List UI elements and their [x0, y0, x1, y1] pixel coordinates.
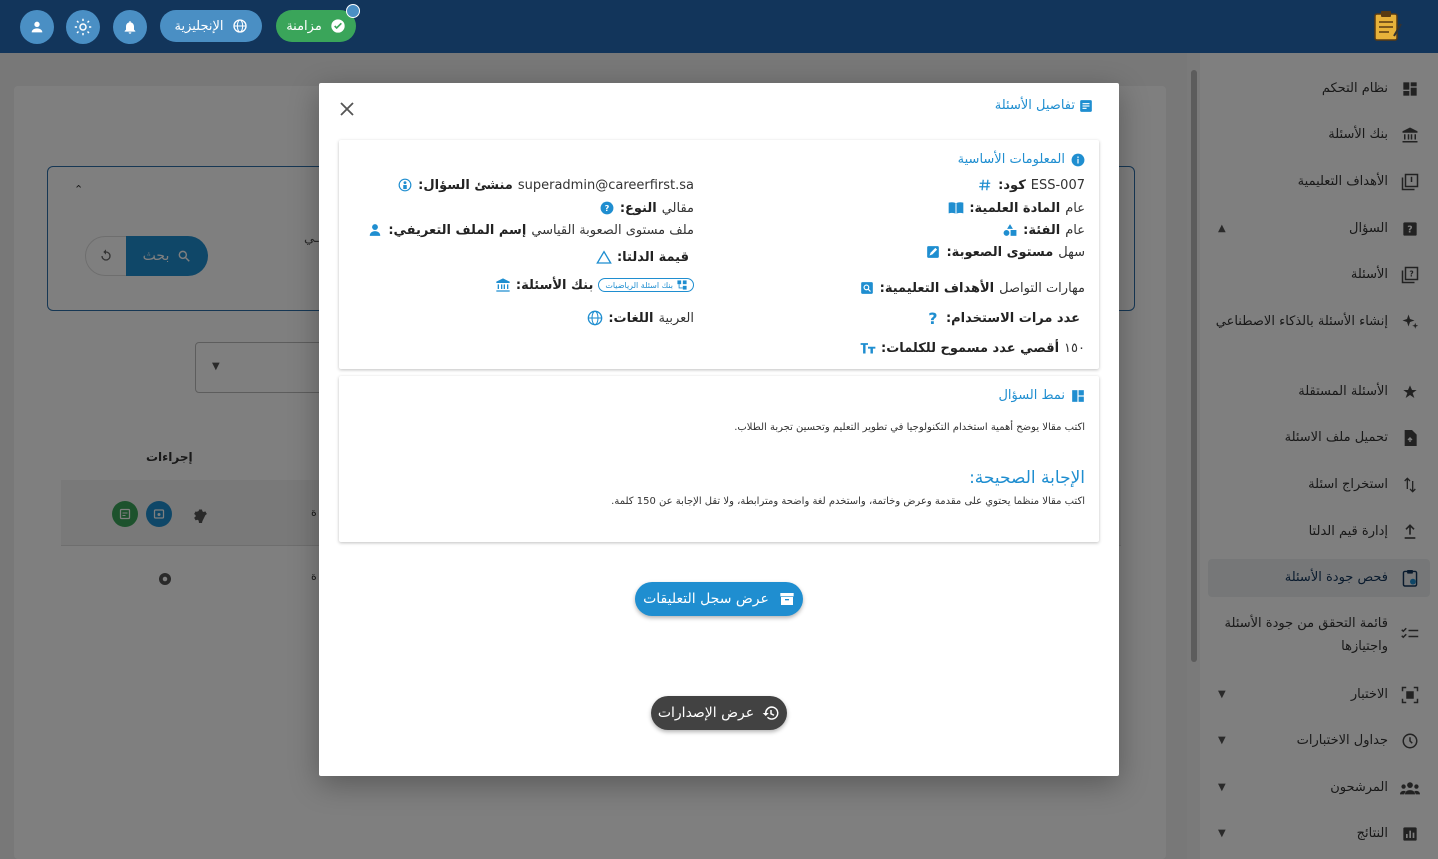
sun-icon	[74, 18, 92, 36]
type-label: النوع:	[619, 200, 657, 216]
code-value: ESS-007	[1030, 177, 1085, 193]
usage-count-label: عدد مرات الاستخدام:	[945, 310, 1080, 326]
max-words-value: ١٥٠	[1064, 340, 1085, 356]
delta-field: قيمة الدلتا:	[596, 249, 694, 265]
view-comments-log-button[interactable]: عرض سجل التعليقات	[635, 582, 803, 616]
close-button[interactable]	[337, 99, 357, 119]
profile-field: إسم الملف التعريفي: ملف مستوى الصعوبة ال…	[367, 222, 694, 238]
bank-field: بنك الأسئلة: بنك اسئلة الرياضيات	[495, 277, 694, 293]
globe-icon	[232, 19, 247, 33]
notifications-button[interactable]	[113, 10, 147, 44]
sync-button[interactable]: مزامنة	[276, 4, 360, 42]
clipboard-logo-icon	[1374, 11, 1402, 41]
sync-status-dot	[346, 4, 360, 18]
basic-info-heading-text: المعلومات الأساسية	[957, 152, 1065, 167]
subject-label: المادة العلمية:	[969, 200, 1061, 216]
view-comments-log-label: عرض سجل التعليقات	[643, 591, 769, 607]
objectives-field: الأهداف التعليمية: مهارات التواصل	[859, 280, 1085, 296]
language-switch-button[interactable]: الإنجليزية	[160, 10, 262, 42]
code-field: كود: ESS-007	[977, 177, 1085, 193]
shapes-icon	[1003, 224, 1017, 236]
person-icon	[370, 224, 381, 236]
profile-label: إسم الملف التعريفي:	[388, 222, 527, 238]
category-field: الفئة: عام	[1002, 222, 1085, 238]
usage-count-field: ? عدد مرات الاستخدام:	[925, 308, 1085, 328]
type-field: ? النوع: مقالي	[599, 200, 694, 216]
max-words-field: أقصي عدد مسموح للكلمات: ١٥٠	[860, 340, 1085, 356]
hash-icon	[979, 179, 991, 191]
document-icon	[1080, 99, 1092, 112]
question-details-modal: تفاصيل الأسئلة المعلومات الأساسية كود: E…	[319, 83, 1119, 776]
person-icon	[31, 21, 43, 33]
theme-toggle-button[interactable]	[66, 10, 100, 44]
objectives-value: مهارات التواصل	[999, 280, 1085, 296]
app-logo[interactable]	[1372, 10, 1402, 42]
user-avatar-button[interactable]	[20, 10, 54, 44]
person-circle-icon	[398, 178, 412, 192]
sync-label: مزامنة	[286, 18, 322, 34]
bell-icon	[124, 21, 136, 34]
max-words-label: أقصي عدد مسموح للكلمات:	[881, 340, 1060, 356]
correct-answer-heading: الإجابة الصحيحة:	[969, 468, 1085, 488]
edit-box-icon	[927, 246, 940, 258]
modal-title-text: تفاصيل الأسئلة	[994, 98, 1075, 113]
difficulty-value: سهل	[1058, 244, 1085, 260]
languages-value: العربية	[658, 310, 694, 326]
language-label: الإنجليزية	[174, 18, 224, 34]
hierarchy-icon	[677, 280, 687, 290]
bank-icon	[496, 278, 510, 292]
question-pattern-heading-text: نمط السؤال	[998, 388, 1065, 403]
delta-icon	[596, 250, 612, 264]
info-icon	[1071, 153, 1085, 166]
category-value: عام	[1065, 222, 1085, 238]
view-versions-label: عرض الإصدارات	[657, 705, 755, 721]
svg-text:?: ?	[604, 203, 609, 213]
text-size-icon	[860, 343, 876, 354]
profile-value: ملف مستوى الصعوبة القياسي	[531, 222, 694, 238]
creator-value: superadmin@careerfirst.sa	[517, 177, 694, 193]
help-circle-icon: ?	[600, 201, 614, 215]
modal-title: تفاصيل الأسئلة	[995, 98, 1093, 113]
languages-field: اللغات: العربية	[587, 310, 694, 326]
globe-icon	[587, 310, 603, 326]
basic-info-heading: المعلومات الأساسية	[958, 152, 1085, 167]
archive-icon	[780, 593, 794, 605]
correct-answer-text: اكتب مقالا منظما يحتوي على مقدمة وعرض وخ…	[611, 496, 1085, 507]
delta-label: قيمة الدلتا:	[616, 249, 689, 265]
difficulty-label: مستوى الصعوبة:	[946, 244, 1054, 260]
question-bank-chip[interactable]: بنك اسئلة الرياضيات	[598, 278, 694, 292]
question-bank-chip-label: بنك اسئلة الرياضيات	[605, 280, 673, 290]
search-box-icon	[860, 282, 873, 294]
basic-info-panel: المعلومات الأساسية كود: ESS-007 المادة ا…	[339, 140, 1099, 369]
difficulty-field: مستوى الصعوبة: سهل	[925, 244, 1085, 260]
view-versions-button[interactable]: عرض الإصدارات	[651, 696, 787, 730]
question-pattern-panel: نمط السؤال اكتب مقالا يوضح أهمية استخدام…	[339, 376, 1099, 542]
question-text: اكتب مقالا يوضح أهمية استخدام التكنولوجي…	[734, 422, 1085, 433]
category-label: الفئة:	[1023, 222, 1061, 238]
layout-icon	[1072, 389, 1084, 402]
subject-field: المادة العلمية: عام	[948, 200, 1085, 216]
objectives-label: الأهداف التعليمية:	[879, 280, 995, 296]
check-circle-icon	[331, 19, 345, 33]
subject-value: عام	[1065, 200, 1085, 216]
creator-label: منشئ السؤال:	[418, 177, 513, 193]
question-pattern-heading: نمط السؤال	[998, 388, 1085, 403]
history-icon	[762, 706, 779, 720]
languages-label: اللغات:	[608, 310, 654, 326]
bank-label: بنك الأسئلة:	[515, 277, 594, 293]
type-value: مقالي	[661, 200, 694, 216]
open-book-icon	[948, 202, 964, 214]
creator-field: منشئ السؤال: superadmin@careerfirst.sa	[397, 177, 694, 193]
top-bar: الإنجليزية مزامنة	[0, 0, 1438, 53]
question-mark-icon: ?	[928, 308, 938, 328]
code-label: كود:	[998, 177, 1026, 193]
close-icon	[340, 102, 354, 116]
